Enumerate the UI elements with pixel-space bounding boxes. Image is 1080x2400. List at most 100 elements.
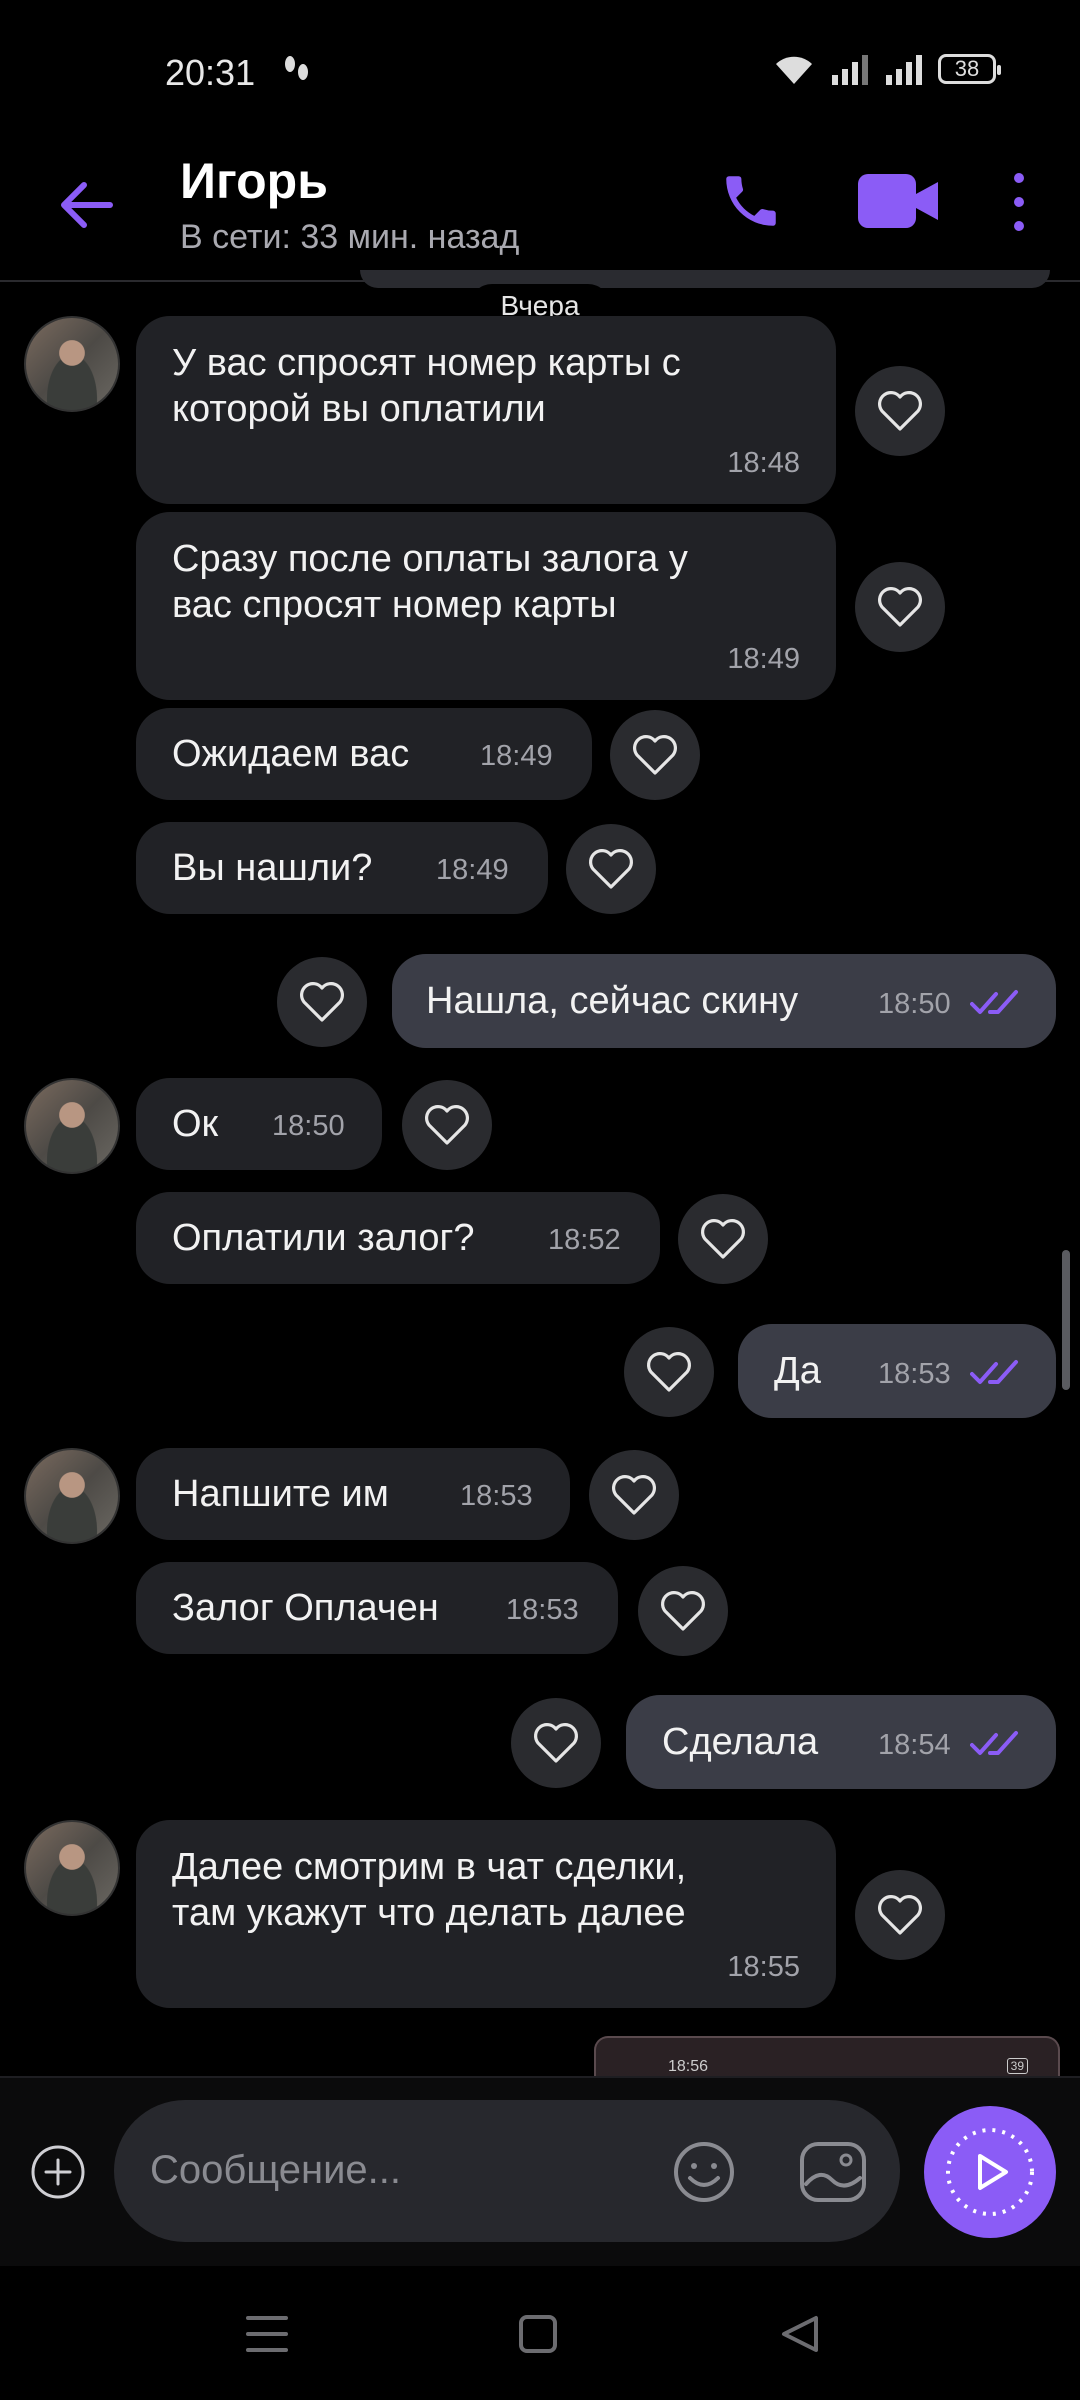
avatar[interactable] <box>24 1448 120 1544</box>
message-bubble-incoming[interactable]: У вас спросят номер карты с которой вы оп… <box>136 316 836 504</box>
message-bubble-incoming[interactable]: Оплатили залог? 18:52 <box>136 1192 660 1284</box>
message-bubble-incoming[interactable]: Ок 18:50 <box>136 1078 382 1170</box>
image-message-preview[interactable]: 18:56 39 <box>594 2036 1060 2078</box>
like-button[interactable] <box>855 562 945 652</box>
message-bubble-incoming[interactable]: Сразу после оплаты залога у вас спросят н… <box>136 512 836 700</box>
message-time: 18:54 <box>878 1729 951 1761</box>
home-button[interactable] <box>518 2314 558 2359</box>
message-text: Вы нашли? <box>172 847 373 889</box>
avatar[interactable] <box>24 1078 120 1174</box>
message-input-placeholder: Сообщение... <box>150 2148 402 2192</box>
heart-icon <box>878 1895 922 1935</box>
heart-icon <box>878 587 922 627</box>
recent-apps-button[interactable] <box>246 2314 288 2359</box>
message-text: У вас спросят номер карты с которой вы оп… <box>172 342 681 430</box>
heart-icon <box>633 735 677 775</box>
footsteps-icon <box>278 52 314 93</box>
heart-icon <box>589 849 633 889</box>
like-button[interactable] <box>277 957 367 1047</box>
message-time: 18:49 <box>436 854 509 886</box>
menu-icon <box>246 2316 288 2352</box>
like-button[interactable] <box>589 1450 679 1540</box>
message-bubble-outgoing[interactable]: Нашла, сейчас скину 18:50 <box>392 954 1056 1048</box>
emoji-icon <box>674 2142 734 2202</box>
home-icon <box>519 2315 557 2353</box>
scroll-indicator[interactable] <box>1062 1250 1070 1390</box>
heart-icon <box>661 1591 705 1631</box>
emoji-button[interactable] <box>672 2140 736 2204</box>
message-bubble-incoming[interactable]: Вы нашли? 18:49 <box>136 822 548 914</box>
send-icon <box>946 2128 1034 2216</box>
heart-icon <box>612 1475 656 1515</box>
heart-icon <box>701 1219 745 1259</box>
video-camera-icon <box>858 174 938 228</box>
heart-icon <box>425 1105 469 1145</box>
heart-icon <box>647 1352 691 1392</box>
heart-icon <box>878 391 922 431</box>
system-back-button[interactable] <box>780 2314 820 2359</box>
back-triangle-icon <box>782 2316 818 2352</box>
message-bubble-incoming[interactable]: Далее смотрим в чат сделки, там укажут чт… <box>136 1820 836 2008</box>
message-bubble-outgoing[interactable]: Сделала 18:54 <box>626 1695 1056 1789</box>
message-bubble-outgoing[interactable]: Да 18:53 <box>738 1324 1056 1418</box>
like-button[interactable] <box>624 1327 714 1417</box>
system-nav-bar <box>0 2266 1080 2400</box>
message-bubble-incoming[interactable]: Залог Оплачен 18:53 <box>136 1562 618 1654</box>
preview-battery: 39 <box>1006 2058 1028 2074</box>
back-button[interactable] <box>52 170 122 240</box>
message-text: Далее смотрим в чат сделки, там укажут чт… <box>172 1846 687 1934</box>
more-vert-icon <box>1014 173 1024 231</box>
message-time: 18:49 <box>727 643 800 675</box>
message-time: 18:53 <box>878 1358 951 1390</box>
phone-icon <box>726 176 776 226</box>
chat-header: Игорь В сети: 33 мин. назад <box>0 140 1080 282</box>
attach-button[interactable] <box>30 2144 86 2200</box>
double-check-icon <box>970 990 1018 1014</box>
message-text: Сделала <box>662 1721 819 1763</box>
message-time: 18:49 <box>480 740 553 772</box>
preview-time: 18:56 <box>668 2058 709 2075</box>
like-button[interactable] <box>855 1870 945 1960</box>
message-text: Да <box>774 1350 821 1392</box>
like-button[interactable] <box>678 1194 768 1284</box>
avatar[interactable] <box>24 316 120 412</box>
pinned-strip <box>360 270 1050 288</box>
message-time: 18:53 <box>460 1480 533 1512</box>
message-time: 18:53 <box>506 1594 579 1626</box>
voice-call-button[interactable] <box>718 168 784 239</box>
like-button[interactable] <box>402 1080 492 1170</box>
message-text: Залог Оплачен <box>172 1587 439 1629</box>
contact-name[interactable]: Игорь <box>180 152 328 210</box>
like-button[interactable] <box>566 824 656 914</box>
presence-status: В сети: 33 мин. назад <box>180 218 520 256</box>
message-composer: Сообщение... <box>0 2076 1080 2268</box>
message-bubble-incoming[interactable]: Ожидаем вас 18:49 <box>136 708 592 800</box>
double-check-icon <box>970 1731 1018 1755</box>
message-time: 18:55 <box>727 1951 800 1983</box>
message-input[interactable]: Сообщение... <box>114 2100 900 2242</box>
video-call-button[interactable] <box>856 170 940 237</box>
signal-icon-2 <box>886 55 922 85</box>
heart-icon <box>300 982 344 1022</box>
like-button[interactable] <box>855 366 945 456</box>
gallery-button[interactable] <box>798 2140 868 2204</box>
message-text: Сразу после оплаты залога у вас спросят н… <box>172 538 688 626</box>
message-text: Напшите им <box>172 1473 389 1515</box>
back-arrow-icon <box>61 182 113 228</box>
avatar[interactable] <box>24 1820 120 1916</box>
message-time: 18:52 <box>548 1224 621 1256</box>
wifi-icon <box>776 56 812 84</box>
status-bar: 20:31 38 <box>0 0 1080 140</box>
like-button[interactable] <box>638 1566 728 1656</box>
battery-indicator: 38 <box>938 54 1001 84</box>
message-bubble-incoming[interactable]: Напшите им 18:53 <box>136 1448 570 1540</box>
like-button[interactable] <box>511 1698 601 1788</box>
more-options-button[interactable] <box>1004 170 1034 239</box>
send-button[interactable] <box>924 2106 1056 2238</box>
status-time: 20:31 <box>165 52 256 93</box>
double-check-icon <box>970 1360 1018 1384</box>
message-text: Ок <box>172 1103 219 1145</box>
like-button[interactable] <box>610 710 700 800</box>
gallery-icon <box>800 2142 866 2202</box>
plus-icon <box>31 2145 85 2199</box>
